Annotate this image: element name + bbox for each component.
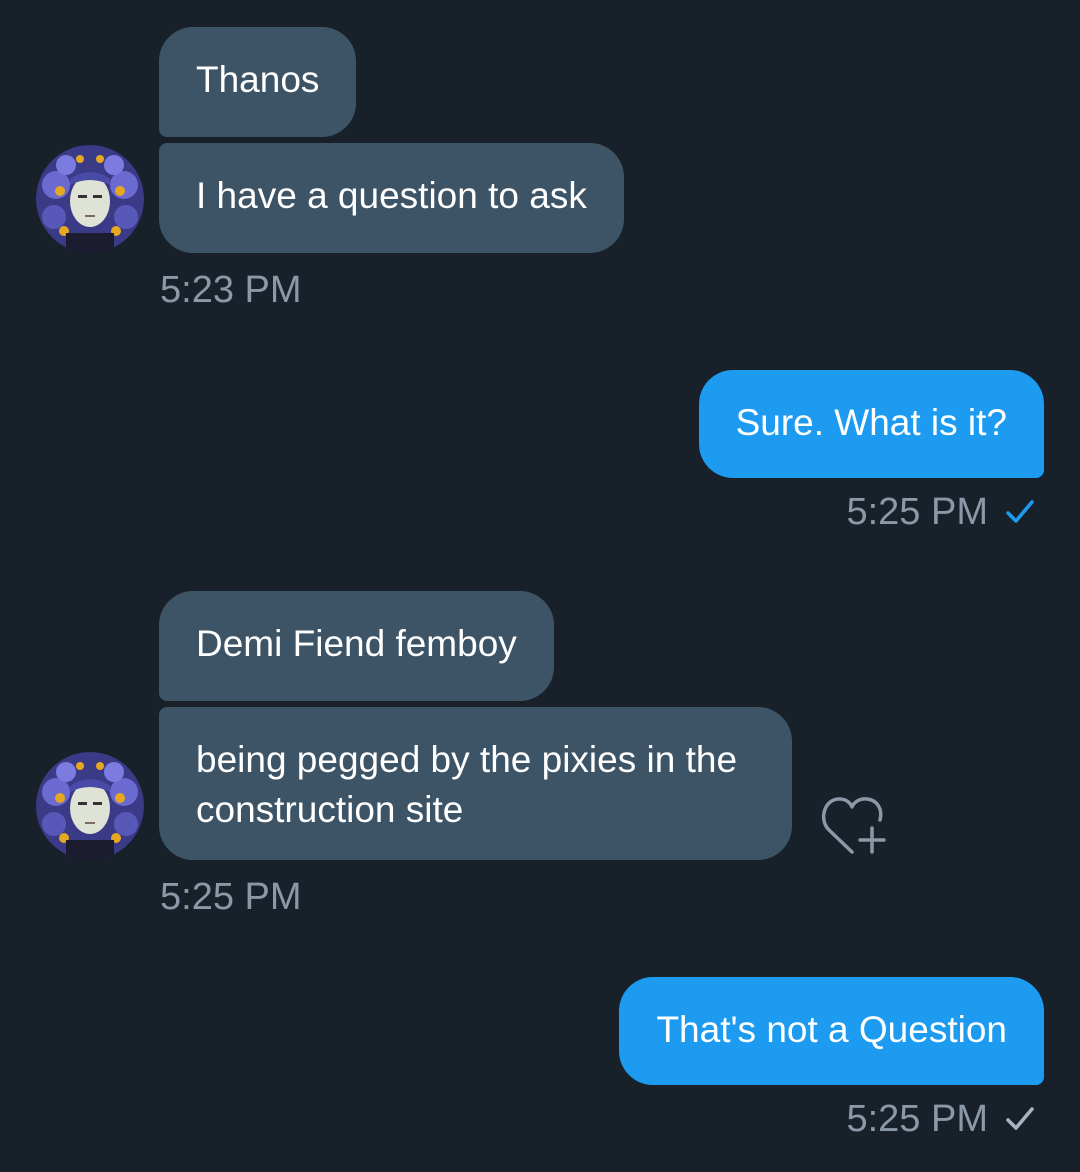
avatar[interactable] bbox=[36, 145, 144, 253]
avatar[interactable] bbox=[36, 752, 144, 860]
message-text-line: construction site bbox=[196, 789, 464, 830]
message-text: I have a question to ask bbox=[196, 175, 587, 216]
message-text: Sure. What is it? bbox=[735, 402, 1007, 443]
message-bubble[interactable]: Thanos bbox=[159, 27, 357, 137]
message-text: Demi Fiend femboy bbox=[196, 623, 517, 664]
message-timestamp: 5:25 PM bbox=[160, 876, 302, 918]
message-text: Thanos bbox=[196, 59, 320, 100]
message-status-row: 5:25 PM bbox=[846, 490, 1034, 534]
message-bubble[interactable]: Demi Fiend femboy bbox=[159, 591, 554, 701]
message-text-line: being pegged by the pixies in the bbox=[196, 739, 738, 780]
message-text: That's not a Question bbox=[656, 1009, 1007, 1050]
avatar-image bbox=[36, 145, 144, 253]
message-timestamp: 5:25 PM bbox=[846, 491, 988, 533]
conversation-view: Thanos I have a question to ask 5:23 PM … bbox=[0, 0, 1080, 1172]
sent-check-icon bbox=[1006, 1106, 1034, 1132]
avatar-image bbox=[36, 752, 144, 860]
message-timestamp: 5:23 PM bbox=[160, 269, 302, 311]
message-status-row: 5:25 PM bbox=[846, 1097, 1034, 1141]
heart-plus-icon[interactable] bbox=[820, 794, 890, 858]
read-receipt-check-icon bbox=[1006, 499, 1034, 525]
message-bubble[interactable]: I have a question to ask bbox=[159, 143, 624, 253]
message-bubble[interactable]: Sure. What is it? bbox=[698, 370, 1044, 478]
message-bubble[interactable]: being pegged by the pixies in the constr… bbox=[159, 707, 792, 860]
message-bubble[interactable]: That's not a Question bbox=[619, 977, 1044, 1085]
message-timestamp: 5:25 PM bbox=[846, 1098, 988, 1140]
